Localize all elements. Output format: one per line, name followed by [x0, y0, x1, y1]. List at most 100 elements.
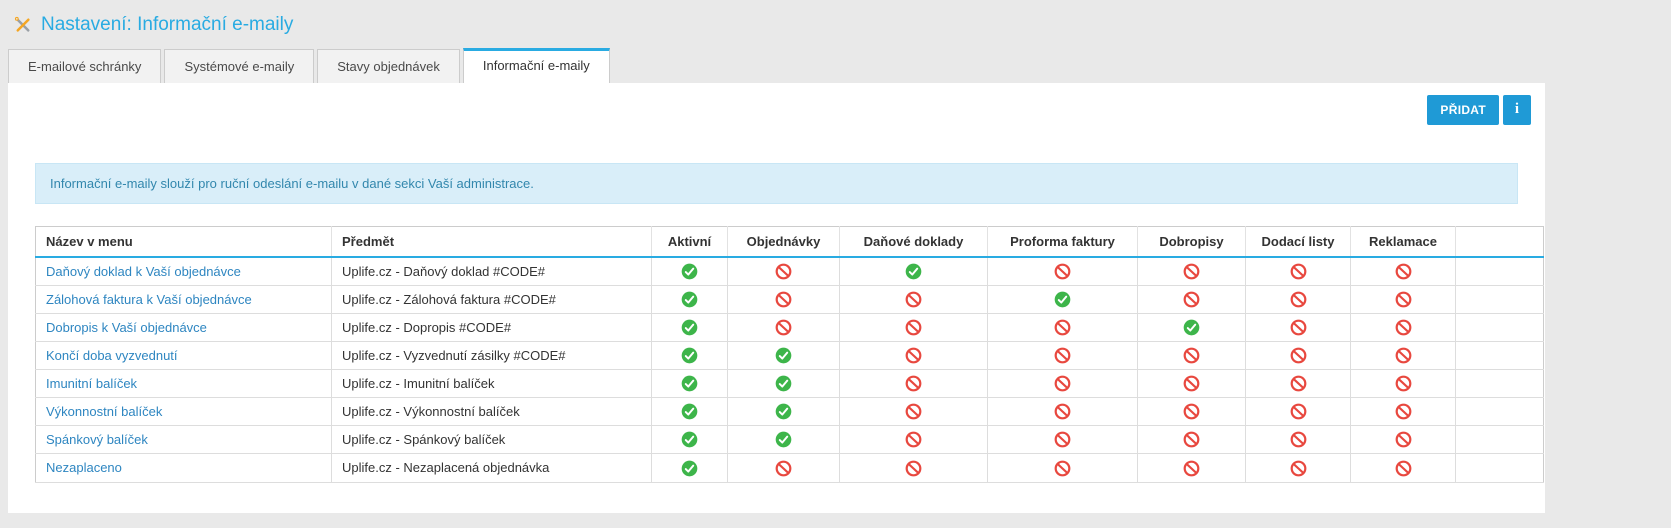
check-icon	[905, 263, 922, 280]
status-cell	[1246, 314, 1351, 342]
status-cell	[1246, 398, 1351, 426]
status-cell	[1138, 314, 1246, 342]
tab-stavy-objednavek[interactable]: Stavy objednávek	[317, 49, 460, 83]
status-cell	[1351, 454, 1456, 482]
status-cell	[988, 257, 1138, 286]
blocked-icon	[1183, 431, 1200, 448]
blocked-icon	[1183, 460, 1200, 477]
add-button[interactable]: PŘIDAT	[1427, 95, 1499, 125]
status-cell	[840, 257, 988, 286]
info-button[interactable]: i	[1503, 95, 1531, 125]
blocked-icon	[1054, 431, 1071, 448]
col-objednavky: Objednávky	[728, 227, 840, 258]
status-cell	[1351, 314, 1456, 342]
email-name-cell: Daňový doklad k Vaší objednávce	[36, 257, 332, 286]
check-icon	[1054, 291, 1071, 308]
blocked-icon	[1290, 319, 1307, 336]
blocked-icon	[1290, 263, 1307, 280]
status-cell	[1351, 286, 1456, 314]
status-cell	[840, 370, 988, 398]
empty-cell	[1456, 257, 1544, 286]
col-aktivni: Aktivní	[652, 227, 728, 258]
check-icon	[681, 319, 698, 336]
email-name-link[interactable]: Zálohová faktura k Vaší objednávce	[46, 292, 252, 307]
status-cell	[1138, 454, 1246, 482]
blocked-icon	[1290, 431, 1307, 448]
status-cell	[652, 398, 728, 426]
empty-cell	[1456, 314, 1544, 342]
email-name-cell: Dobropis k Vaší objednávce	[36, 314, 332, 342]
status-cell	[1246, 286, 1351, 314]
email-table: Název v menu Předmět Aktivní Objednávky …	[35, 226, 1544, 483]
blocked-icon	[905, 431, 922, 448]
page-header: Nastavení: Informační e-maily	[0, 0, 1671, 48]
status-cell	[988, 342, 1138, 370]
status-cell	[988, 454, 1138, 482]
blocked-icon	[1290, 460, 1307, 477]
toolbar: PŘIDAT i	[22, 95, 1531, 125]
email-name-cell: Zálohová faktura k Vaší objednávce	[36, 286, 332, 314]
email-subject: Uplife.cz - Daňový doklad #CODE#	[332, 257, 652, 286]
email-subject: Uplife.cz - Spánkový balíček	[332, 426, 652, 454]
status-cell	[652, 426, 728, 454]
status-cell	[728, 426, 840, 454]
blocked-icon	[775, 319, 792, 336]
email-name-cell: Imunitní balíček	[36, 370, 332, 398]
check-icon	[775, 431, 792, 448]
tab-systemove-emaily[interactable]: Systémové e-maily	[164, 49, 314, 83]
email-name-link[interactable]: Daňový doklad k Vaší objednávce	[46, 264, 241, 279]
table-header-row: Název v menu Předmět Aktivní Objednávky …	[36, 227, 1544, 258]
status-cell	[1138, 426, 1246, 454]
col-predmet: Předmět	[332, 227, 652, 258]
tools-icon	[13, 15, 33, 35]
email-name-link[interactable]: Končí doba vyzvednutí	[46, 348, 178, 363]
col-dobropisy: Dobropisy	[1138, 227, 1246, 258]
blocked-icon	[1290, 375, 1307, 392]
col-dodaci-listy: Dodací listy	[1246, 227, 1351, 258]
status-cell	[1138, 257, 1246, 286]
blocked-icon	[1183, 347, 1200, 364]
status-cell	[652, 342, 728, 370]
email-name-link[interactable]: Spánkový balíček	[46, 432, 148, 447]
content-panel: PŘIDAT i Informační e-maily slouží pro r…	[8, 83, 1545, 513]
check-icon	[681, 403, 698, 420]
table-row: NezaplacenoUplife.cz - Nezaplacená objed…	[36, 454, 1544, 482]
email-subject: Uplife.cz - Vyzvednutí zásilky #CODE#	[332, 342, 652, 370]
check-icon	[1183, 319, 1200, 336]
status-cell	[1246, 257, 1351, 286]
email-name-link[interactable]: Nezaplaceno	[46, 460, 122, 475]
blocked-icon	[775, 460, 792, 477]
status-cell	[1351, 342, 1456, 370]
status-cell	[840, 426, 988, 454]
email-name-link[interactable]: Dobropis k Vaší objednávce	[46, 320, 207, 335]
col-empty	[1456, 227, 1544, 258]
table-row: Daňový doklad k Vaší objednávce Uplife.cz…	[36, 257, 1544, 286]
status-cell	[1246, 342, 1351, 370]
page-title: Nastavení: Informační e-maily	[41, 14, 293, 36]
blocked-icon	[775, 263, 792, 280]
email-name-link[interactable]: Imunitní balíček	[46, 376, 137, 391]
email-name-cell: Končí doba vyzvednutí	[36, 342, 332, 370]
status-cell	[728, 342, 840, 370]
table-row: Dobropis k Vaší objednávceUplife.cz - Do…	[36, 314, 1544, 342]
email-name-link[interactable]: Výkonnostní balíček	[46, 404, 162, 419]
status-cell	[728, 398, 840, 426]
email-name-cell: Spánkový balíček	[36, 426, 332, 454]
table-row: Zálohová faktura k Vaší objednávceUplife…	[36, 286, 1544, 314]
blocked-icon	[1054, 375, 1071, 392]
blocked-icon	[905, 347, 922, 364]
status-cell	[1351, 370, 1456, 398]
tab-informacni-emaily[interactable]: Informační e-maily	[463, 48, 610, 83]
status-cell	[652, 286, 728, 314]
empty-cell	[1456, 370, 1544, 398]
tab-emailove-schranky[interactable]: E-mailové schránky	[8, 49, 161, 83]
status-cell	[1138, 286, 1246, 314]
blocked-icon	[1395, 319, 1412, 336]
blocked-icon	[1395, 460, 1412, 477]
tab-bar: E-mailové schránky Systémové e-maily Sta…	[0, 48, 1671, 83]
blocked-icon	[1395, 263, 1412, 280]
email-subject: Uplife.cz - Imunitní balíček	[332, 370, 652, 398]
table-row: Výkonnostní balíčekUplife.cz - Výkonnost…	[36, 398, 1544, 426]
status-cell	[1246, 426, 1351, 454]
blocked-icon	[1395, 431, 1412, 448]
